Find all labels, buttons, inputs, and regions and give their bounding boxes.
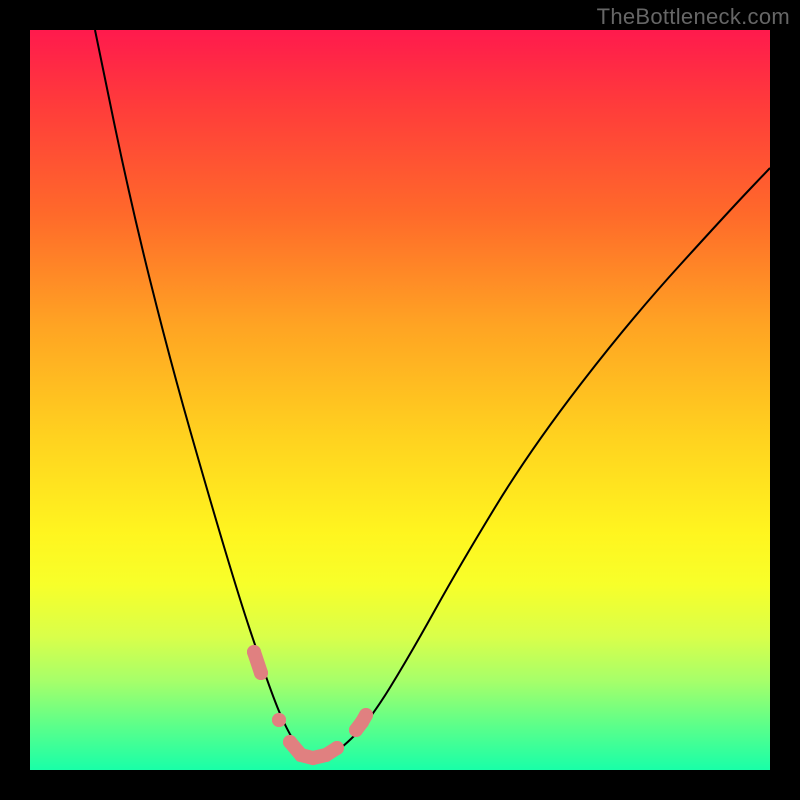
chart-frame (30, 30, 770, 770)
marker-cap (254, 666, 268, 680)
marker-group (247, 645, 373, 765)
marker-cap (359, 708, 373, 722)
marker-cap (330, 741, 344, 755)
chart-svg (30, 30, 770, 770)
bottleneck-curve (95, 30, 770, 758)
marker-cap (306, 751, 320, 765)
marker-cap (272, 713, 286, 727)
marker-cap (283, 735, 297, 749)
marker-cap (294, 748, 308, 762)
marker-cap (247, 645, 261, 659)
watermark-text: TheBottleneck.com (597, 4, 790, 30)
